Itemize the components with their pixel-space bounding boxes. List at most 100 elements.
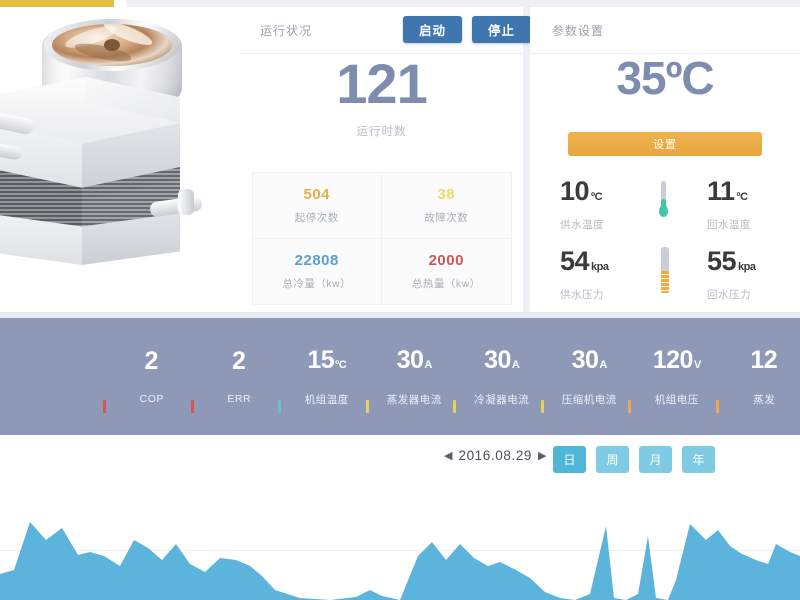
next-date-arrow[interactable]: ▶ xyxy=(532,449,552,462)
stat-value: 504 xyxy=(303,185,331,203)
range-button-group: 日 周 月 年 xyxy=(553,446,715,473)
fan-blades-icon xyxy=(52,24,172,66)
stat-cell[interactable]: 504 起停次数 xyxy=(251,171,382,239)
metric-item[interactable]: 120V 机组电压 xyxy=(628,318,721,435)
metric-item[interactable]: 12 蒸发 xyxy=(715,318,800,435)
metric-value: 30 xyxy=(484,345,511,374)
metric-tick xyxy=(278,400,281,413)
reading-unit: ºC xyxy=(736,190,748,203)
reading-unit: ºC xyxy=(591,190,603,203)
metric-item[interactable]: 30A 压缩机电流 xyxy=(540,318,634,435)
prev-date-arrow[interactable]: ◀ xyxy=(438,449,458,462)
runtime-hours-value: 121 xyxy=(336,52,427,115)
stat-label: 起停次数 xyxy=(294,211,339,224)
metric-value: 15 xyxy=(307,345,335,374)
stat-cell[interactable]: 2000 总热量（kw） xyxy=(381,237,512,305)
stat-label: 故障次数 xyxy=(424,211,469,224)
start-button[interactable]: 启动 xyxy=(403,16,462,43)
metric-value: 120 xyxy=(652,345,694,374)
reading-value: 11 xyxy=(707,175,735,206)
stat-cell[interactable]: 22808 总冷量（kw） xyxy=(251,237,382,305)
metric-label: ERR xyxy=(227,393,252,405)
status-panel: 运行状况 启动 停止 121 运行时数 504 起停次数 38 故障次数 228… xyxy=(240,7,531,312)
metric-label: 冷凝器电流 xyxy=(474,393,530,406)
dashboard-screen: 运行状况 启动 停止 121 运行时数 504 起停次数 38 故障次数 228… xyxy=(0,0,800,600)
parameter-readings-grid: 10 ºC 供水温度 11 ºC 回水温度 54 kpa 供水压力 55 kpa… xyxy=(530,169,800,309)
metric-tick xyxy=(628,400,631,413)
metric-label: 机组温度 xyxy=(304,393,349,406)
metric-label: 压缩机电流 xyxy=(561,393,617,406)
metric-value: 2 xyxy=(232,347,246,375)
cooling-tower-illustration xyxy=(0,17,232,307)
metric-tick xyxy=(715,400,719,413)
stop-button[interactable]: 停止 xyxy=(472,16,531,43)
equipment-image-pane xyxy=(0,7,240,312)
chart-area-series xyxy=(0,522,800,600)
metric-item[interactable]: 2 COP xyxy=(103,318,196,435)
metric-value: 30 xyxy=(396,345,424,374)
reading-label: 回水压力 xyxy=(707,288,751,301)
top-accent-gap xyxy=(114,0,126,7)
reading-label: 供水压力 xyxy=(560,288,604,301)
stat-cell[interactable]: 38 故障次数 xyxy=(381,171,512,239)
reading-value: 55 xyxy=(707,245,737,276)
metric-label: 机组电压 xyxy=(654,393,699,406)
metric-unit: A xyxy=(599,358,607,371)
metric-item[interactable]: 30A 冷凝器电流 xyxy=(453,318,546,435)
reading-return-pressure: 55 kpa 回水压力 xyxy=(653,239,800,309)
metric-unit: V xyxy=(693,358,701,371)
metric-label: 蒸发器电流 xyxy=(386,393,442,406)
status-panel-header: 运行状况 启动 停止 xyxy=(240,7,531,54)
metric-tick xyxy=(365,400,369,413)
status-panel-title: 运行状况 xyxy=(260,24,313,38)
parameter-panel-header: 参数设置 xyxy=(530,7,800,54)
reading-value: 10 xyxy=(560,175,590,206)
stat-label: 总冷量（kw） xyxy=(282,277,352,290)
range-button-day[interactable]: 日 xyxy=(553,446,586,473)
parameter-panel: 参数设置 35ºC 设置 10ºC 供水温度 11ºC 回水温度 54kp xyxy=(530,7,800,312)
stat-value: 2000 xyxy=(428,251,464,269)
reading-supply-temperature: 10 ºC 供水温度 xyxy=(530,169,653,239)
reading-supply-pressure: 54 kpa 供水压力 xyxy=(530,239,653,309)
date-selector: ◀ 2016.08.29 ▶ xyxy=(438,448,553,463)
metric-unit: A xyxy=(424,358,432,371)
set-button[interactable]: 设置 xyxy=(568,132,762,156)
runtime-hours-block: 121 运行时数 xyxy=(240,53,523,139)
range-button-month[interactable]: 月 xyxy=(639,446,672,473)
metric-value: 30 xyxy=(571,345,599,374)
reading-return-temperature: 11 ºC 回水温度 xyxy=(653,169,800,239)
reading-label: 供水温度 xyxy=(560,218,604,231)
metric-item[interactable]: 30A 蒸发器电流 xyxy=(365,318,459,435)
range-button-week[interactable]: 周 xyxy=(596,446,629,473)
range-button-year[interactable]: 年 xyxy=(682,446,715,473)
metric-item[interactable]: 2 ERR xyxy=(190,318,284,435)
metric-tick xyxy=(540,400,544,413)
reading-unit: kpa xyxy=(591,260,609,273)
top-accent-bar xyxy=(0,0,114,7)
metric-tick xyxy=(103,400,106,413)
metric-unit: ºC xyxy=(335,358,347,371)
metric-unit: A xyxy=(511,358,520,371)
trend-chart[interactable] xyxy=(0,490,800,600)
metric-label: 蒸发 xyxy=(753,393,776,406)
stat-label: 总热量（kw） xyxy=(411,277,481,290)
parameter-row-pressure: 54 kpa 供水压力 55 kpa 回水压力 xyxy=(530,239,800,309)
reading-value: 54 xyxy=(560,245,590,276)
metrics-band: 2 COP 2 ERR 15ºC 机组温度 30A 蒸发器电流 30A 冷凝器电… xyxy=(0,318,800,435)
stat-value: 22808 xyxy=(294,251,339,269)
metric-value: 2 xyxy=(144,347,159,375)
status-stat-grid: 504 起停次数 38 故障次数 22808 总冷量（kw） 2000 总热量（… xyxy=(251,171,512,305)
outlet-pipe-flange xyxy=(178,189,194,215)
setpoint-value: 35ºC xyxy=(616,52,714,104)
parameter-row-temperature: 10 ºC 供水温度 11 ºC 回水温度 xyxy=(530,169,800,239)
metric-value: 12 xyxy=(750,345,778,374)
runtime-hours-label: 运行时数 xyxy=(356,126,407,138)
metric-tick xyxy=(453,400,456,413)
metric-tick xyxy=(190,400,194,413)
stat-value: 38 xyxy=(437,185,456,203)
reading-unit: kpa xyxy=(738,260,756,273)
metrics-list: 2 COP 2 ERR 15ºC 机组温度 30A 蒸发器电流 30A 冷凝器电… xyxy=(103,318,800,435)
metric-label: COP xyxy=(139,393,164,405)
metric-item[interactable]: 15ºC 机组温度 xyxy=(278,318,371,435)
current-date: 2016.08.29 xyxy=(458,448,533,463)
